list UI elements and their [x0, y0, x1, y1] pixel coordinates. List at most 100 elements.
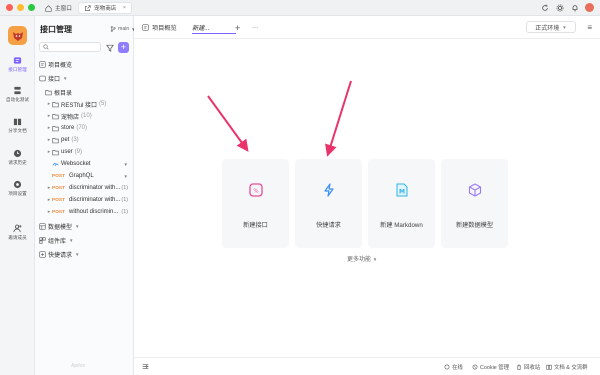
rail-item-invite-members[interactable]: 邀请成员: [0, 224, 35, 241]
tree-item-label: 快捷请求: [48, 252, 73, 259]
rail-item-request-history[interactable]: 请求历史: [0, 149, 35, 166]
card-label: 新建接口: [243, 222, 268, 229]
branch-selector[interactable]: main ▼: [110, 26, 136, 32]
close-window-button[interactable]: [6, 4, 13, 11]
collapse-sidebar-icon[interactable]: [142, 363, 149, 370]
folder-count: (3): [71, 137, 79, 143]
user-plus-icon: [13, 224, 22, 233]
test-icon: [13, 86, 22, 95]
more-tabs-icon[interactable]: ···: [252, 22, 258, 33]
rail-item-auto-test[interactable]: 自动化测试: [0, 86, 35, 103]
tab-label: 项目概览: [152, 25, 177, 32]
docs-icon: [546, 364, 552, 370]
status-label: 在线: [452, 365, 463, 371]
folder-row[interactable]: ▸ RESTful 接口 (5): [46, 99, 107, 109]
window-tab-label: 宠物商店: [94, 6, 117, 12]
tab-project-overview[interactable]: 项目概览: [142, 22, 177, 33]
recycle-bin[interactable]: 回收站: [516, 363, 540, 371]
rail-item-project-settings[interactable]: 项目设置: [0, 180, 35, 197]
folder-label: user: [61, 149, 73, 155]
http-method-badge: POST: [52, 197, 66, 203]
endpoint-count: (1): [121, 185, 128, 191]
user-avatar[interactable]: [585, 3, 594, 12]
tree-item-data-models[interactable]: 数据模型 ▼: [39, 221, 79, 231]
folder-label: pet: [61, 137, 70, 143]
rail-item-api-management[interactable]: 接口管理: [0, 56, 35, 73]
new-api-card[interactable]: % 新建接口: [222, 159, 289, 248]
chevron-down-icon: ▼: [372, 257, 378, 262]
quick-request-card[interactable]: 快捷请求: [295, 159, 362, 248]
new-markdown-card[interactable]: M 新建 Markdown: [368, 159, 435, 248]
folder-count: (5): [99, 101, 107, 107]
folder-row[interactable]: ▸ user (9): [46, 147, 82, 157]
rail-item-label: 项目设置: [8, 191, 27, 196]
folder-icon: [52, 137, 59, 144]
tree-item-components[interactable]: 组件库 ▼: [39, 235, 73, 245]
new-data-model-card[interactable]: 新建数据模型: [441, 159, 508, 248]
gear-icon[interactable]: [555, 3, 564, 12]
tree-item-root[interactable]: 根目录: [45, 87, 72, 97]
endpoint-row[interactable]: ▸ POST discriminator with... (1): [46, 195, 134, 205]
window-titlebar: 主窗口 宠物商店 ×: [0, 0, 600, 16]
maximize-window-button[interactable]: [28, 4, 35, 11]
api-badge-icon: %: [248, 183, 263, 197]
main-panel: 项目概览 新建... + ··· 正式环境 ▼ ≡ % 新建接口 快捷请求 M …: [134, 16, 600, 375]
endpoint-row[interactable]: ▸ POST without discrimin... (1): [46, 207, 134, 217]
status-label: 文档 & 交流群: [554, 365, 588, 371]
minimize-window-button[interactable]: [17, 4, 24, 11]
markdown-icon: M: [395, 183, 409, 197]
folder-icon: [45, 89, 52, 96]
endpoint-label: discriminator with...: [69, 197, 121, 203]
folder-icon: [52, 125, 59, 132]
http-method-badge: POST: [52, 185, 66, 191]
folder-label: 宠物店: [61, 114, 80, 121]
clock-icon: [13, 149, 22, 158]
chevron-down-icon: ▼: [69, 237, 74, 243]
search-input[interactable]: [39, 42, 101, 52]
docs-community[interactable]: 文档 & 交流群: [546, 363, 588, 371]
folder-row[interactable]: ▸ store (70): [46, 123, 87, 133]
window-tab-petstore[interactable]: 宠物商店 ×: [78, 2, 132, 14]
titlebar-actions: [540, 3, 594, 12]
sidebar-footer-logo: Apifox: [71, 363, 85, 369]
folder-label: RESTful 接口: [61, 102, 98, 109]
pointer-arrow: [325, 80, 352, 157]
bell-icon[interactable]: [570, 3, 579, 12]
external-link-icon: [85, 4, 91, 11]
chevron-down-icon: ▼: [562, 24, 567, 30]
cookie-manager[interactable]: Cookie 管理: [472, 363, 509, 371]
env-label: 正式环境: [535, 25, 560, 32]
add-tab-button[interactable]: +: [235, 22, 240, 33]
endpoint-count: (1): [121, 209, 128, 215]
folder-count: (10): [81, 113, 92, 119]
environment-selector[interactable]: 正式环境 ▼: [526, 21, 576, 33]
endpoint-row[interactable]: Websocket ▼: [52, 159, 134, 169]
overview-icon: [39, 60, 46, 68]
more-features-link[interactable]: 更多功能 ▼: [347, 254, 377, 263]
rail-item-label: 接口管理: [8, 67, 27, 72]
tree-item-overview[interactable]: 项目概览: [39, 59, 72, 69]
close-tab-icon[interactable]: ×: [123, 5, 126, 11]
endpoint-row[interactable]: POST GraphQL ▼: [52, 171, 134, 181]
refresh-icon[interactable]: [540, 3, 549, 12]
hamburger-menu-icon[interactable]: ≡: [587, 23, 592, 32]
endpoint-row[interactable]: ▸ POST discriminator with... (1): [46, 183, 134, 193]
tab-new[interactable]: 新建...: [192, 21, 236, 34]
window-tab-main[interactable]: 主窗口: [40, 2, 77, 14]
folder-count: (9): [74, 149, 83, 155]
add-button[interactable]: +: [118, 42, 129, 53]
filter-icon[interactable]: [105, 43, 114, 52]
tree-item-quick-requests[interactable]: 快捷请求 ▼: [39, 249, 79, 259]
online-status[interactable]: 在线: [444, 363, 463, 371]
chevron-down-icon: ▼: [63, 75, 68, 81]
rail-item-share-docs[interactable]: 分享文档: [0, 117, 35, 134]
search-icon: [43, 44, 49, 50]
tree-item-label: 组件库: [48, 238, 67, 245]
more-features-label: 更多功能: [347, 257, 372, 263]
folder-row[interactable]: ▸ pet (3): [46, 135, 79, 145]
endpoint-label: without discrimin...: [69, 209, 119, 215]
card-label: 新建 Markdown: [380, 222, 423, 229]
folder-row[interactable]: ▸ 宠物店 (10): [46, 111, 92, 121]
tree-item-api[interactable]: 接口 ▼: [39, 73, 67, 83]
cube-icon: [468, 183, 482, 197]
